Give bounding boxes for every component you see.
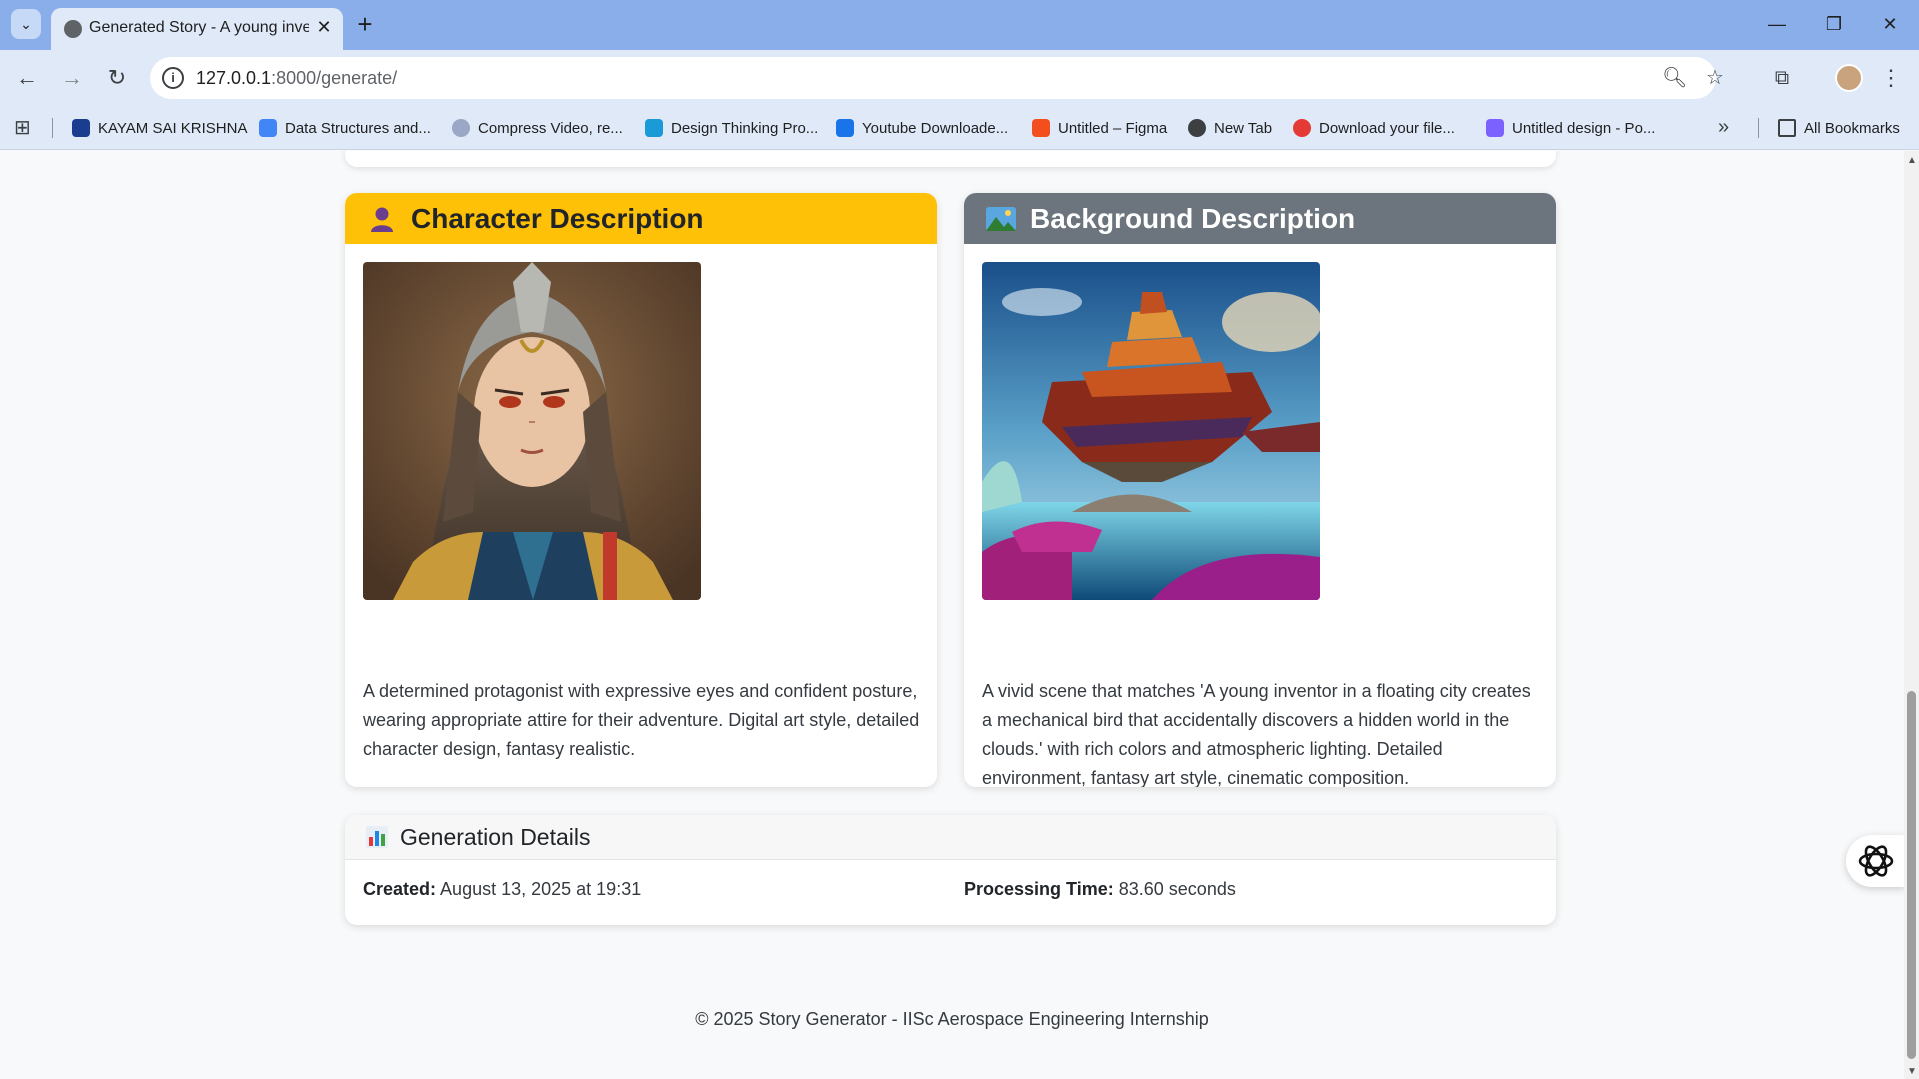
canva-icon: [1486, 119, 1504, 137]
generation-details-title: Generation Details: [400, 823, 591, 850]
url-text[interactable]: 127.0.0.1:8000/generate/: [196, 68, 397, 89]
bookmark-favicon-icon: [645, 119, 663, 137]
bookmark-favicon-icon: [1293, 119, 1311, 137]
browser-tab-bar: ⌄ Generated Story - A young inventor in …: [0, 0, 1919, 50]
generation-details-header: Generation Details: [345, 815, 1556, 860]
page-footer: © 2025 Story Generator - IISc Aerospace …: [695, 1009, 1209, 1029]
bookmark-separator: [1758, 118, 1759, 138]
chevron-down-icon: ⌄: [20, 15, 32, 32]
close-tab-icon[interactable]: ✕: [313, 16, 335, 38]
chevron-double-right-icon[interactable]: »: [1718, 116, 1729, 139]
bookmark-separator: [52, 118, 53, 138]
scroll-up-icon[interactable]: ▲: [1907, 155, 1917, 166]
bookmarks-bar: ⊞ KAYAM SAI KRISHNA Data Structures and.…: [0, 106, 1919, 150]
character-image: [363, 262, 701, 600]
star-bookmark-icon[interactable]: ☆: [1703, 66, 1727, 90]
created-label: Created:: [363, 879, 437, 899]
story-card-bottom-edge: [345, 151, 1556, 167]
bar-chart-icon: [365, 825, 389, 849]
processing-time-label: Processing Time:: [964, 879, 1114, 899]
bookmark-item[interactable]: Untitled – Figma: [1032, 117, 1167, 139]
character-description: A determined protagonist with expressive…: [363, 681, 920, 759]
back-icon[interactable]: ←: [13, 64, 41, 92]
address-bar[interactable]: i 127.0.0.1:8000/generate/ 🔍︎ ☆: [150, 57, 1724, 99]
bookmark-favicon-icon: [72, 119, 90, 137]
bookmark-item[interactable]: Untitled design - Po...: [1486, 117, 1655, 139]
site-info-icon[interactable]: i: [162, 67, 184, 89]
figma-icon: [1032, 119, 1050, 137]
apps-grid-icon[interactable]: ⊞: [14, 117, 36, 139]
bookmark-item[interactable]: Compress Video, re...: [452, 117, 623, 139]
menu-kebab-icon[interactable]: ⋮: [1880, 64, 1902, 92]
new-tab-button[interactable]: +: [352, 11, 378, 37]
character-card-header: Character Description: [345, 193, 937, 244]
background-description: A vivid scene that matches 'A young inve…: [982, 681, 1531, 787]
page-viewport: Character Description A determined prota…: [0, 151, 1904, 1079]
character-card-title: Character Description: [411, 202, 704, 234]
close-window-icon[interactable]: ✕: [1876, 12, 1904, 36]
bookmark-item[interactable]: Data Structures and...: [259, 117, 431, 139]
bookmark-item[interactable]: KAYAM SAI KRISHNA: [72, 117, 247, 139]
extensions-icon[interactable]: ⧉: [1768, 64, 1796, 92]
reload-icon[interactable]: ↻: [103, 64, 131, 92]
profile-avatar[interactable]: [1835, 64, 1863, 92]
background-card: Background Description A vivid scene tha…: [964, 193, 1556, 787]
processing-time-value: 83.60 seconds: [1118, 879, 1236, 899]
scroll-down-icon[interactable]: ▼: [1907, 1066, 1917, 1077]
page-scrollbar[interactable]: ▲ ▼: [1904, 151, 1919, 1079]
browser-toolbar: ← → ↻ i 127.0.0.1:8000/generate/ 🔍︎ ☆: [0, 50, 1919, 106]
bookmark-item[interactable]: Download your file...: [1293, 117, 1455, 139]
background-card-header: Background Description: [964, 193, 1556, 244]
generation-details-card: Generation Details Created: August 13, 2…: [345, 815, 1556, 925]
active-tab[interactable]: Generated Story - A young inventor in a …: [51, 8, 343, 50]
minimize-icon[interactable]: —: [1763, 12, 1791, 36]
background-card-title: Background Description: [1030, 202, 1356, 234]
folder-icon: [1778, 119, 1796, 137]
character-card: Character Description A determined prota…: [345, 193, 937, 787]
bookmark-item[interactable]: Design Thinking Pro...: [645, 117, 818, 139]
chrome-icon: [1188, 119, 1206, 137]
zoom-icon[interactable]: 🔍︎: [1662, 66, 1687, 90]
bookmark-favicon-icon: [452, 119, 470, 137]
created-value: August 13, 2025 at 19:31: [440, 879, 642, 899]
openai-assistant-button[interactable]: [1846, 835, 1904, 887]
tab-search-button[interactable]: ⌄: [11, 9, 41, 39]
landscape-icon: [986, 204, 1016, 234]
bookmark-item[interactable]: New Tab: [1188, 117, 1272, 139]
tab-title: Generated Story - A young inventor in a …: [89, 19, 309, 36]
bookmark-item[interactable]: Youtube Downloade...: [836, 117, 1008, 139]
bookmark-favicon-icon: [259, 119, 277, 137]
person-silhouette-icon: [367, 204, 397, 234]
created-field: Created: August 13, 2025 at 19:31: [363, 879, 641, 900]
globe-icon: [64, 20, 82, 38]
openai-logo-icon: [1858, 845, 1894, 877]
background-image: [982, 262, 1320, 600]
bookmark-favicon-icon: [836, 119, 854, 137]
processing-time-field: Processing Time: 83.60 seconds: [964, 879, 1236, 900]
all-bookmarks-button[interactable]: All Bookmarks: [1778, 117, 1900, 139]
restore-icon[interactable]: ❐: [1820, 12, 1848, 36]
scrollbar-thumb[interactable]: [1907, 691, 1916, 1059]
forward-icon[interactable]: →: [58, 64, 86, 92]
